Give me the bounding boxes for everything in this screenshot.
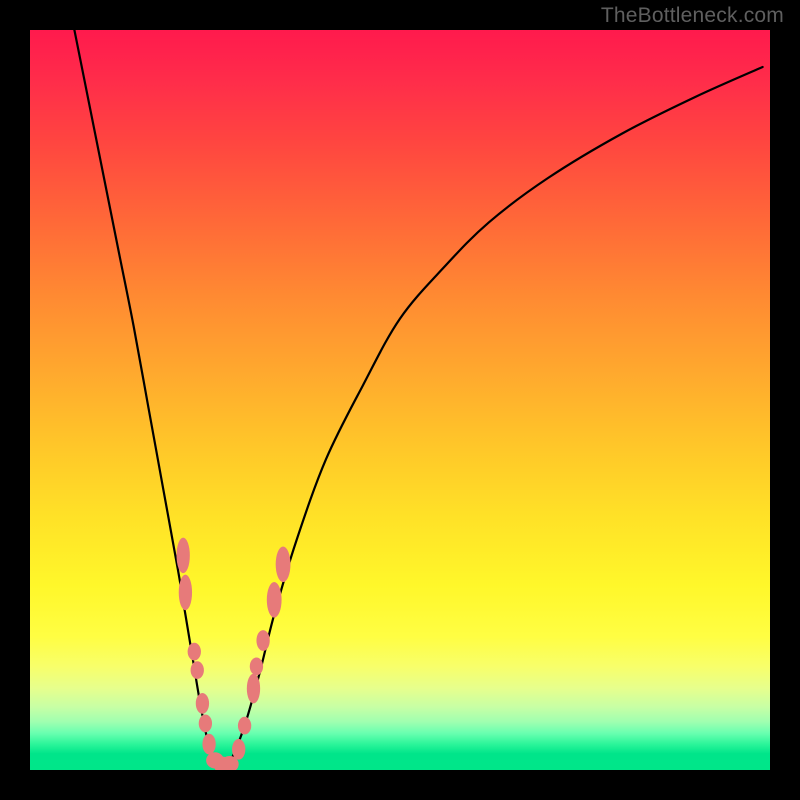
curve-layer [74,30,762,770]
plot-area [30,30,770,770]
data-marker [256,630,269,651]
data-marker [188,643,201,661]
data-marker [232,739,245,760]
data-marker [191,661,204,679]
watermark-text: TheBottleneck.com [601,4,784,28]
data-marker [199,715,212,733]
data-marker [247,674,260,704]
data-marker [267,582,282,618]
bottleneck-curve [74,30,762,770]
data-marker [250,658,263,676]
data-marker [179,575,192,611]
data-marker [238,717,251,735]
data-marker [196,693,209,714]
marker-layer [177,538,291,770]
data-marker [276,547,291,583]
chart-svg [30,30,770,770]
chart-frame: TheBottleneck.com [0,0,800,800]
data-marker [177,538,190,574]
data-marker [202,734,215,755]
